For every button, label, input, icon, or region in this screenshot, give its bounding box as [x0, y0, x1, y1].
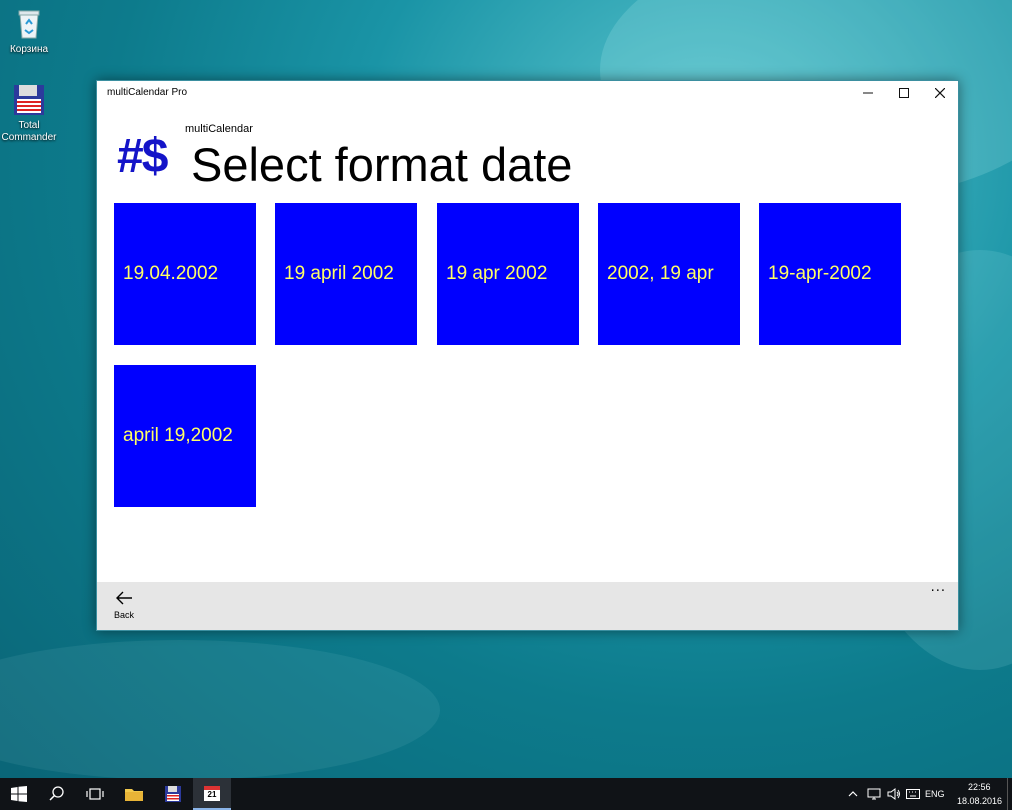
window-title: multiCalendar Pro	[107, 87, 188, 98]
app-window: multiCalendar Pro multiCalendar #$ Selec…	[96, 80, 959, 631]
format-tile[interactable]: 19 april 2002	[275, 203, 417, 345]
network-button[interactable]	[864, 778, 884, 810]
close-icon	[935, 88, 945, 98]
clock-time[interactable]: 22:56	[968, 782, 991, 792]
title-bar[interactable]: multiCalendar Pro	[97, 81, 958, 105]
search-button[interactable]	[38, 778, 76, 810]
minimize-icon	[863, 92, 873, 94]
page-title: Select format date	[191, 138, 573, 191]
format-tile[interactable]: 19 apr 2002	[437, 203, 579, 345]
recycle-bin-icon	[11, 6, 47, 42]
speaker-icon	[887, 788, 900, 800]
maximize-button[interactable]	[886, 81, 922, 105]
task-view-button[interactable]	[76, 778, 114, 810]
floppy-disk-icon	[11, 82, 47, 118]
app-name: multiCalendar	[185, 123, 253, 135]
start-button[interactable]	[0, 778, 38, 810]
folder-icon	[125, 789, 143, 801]
maximize-icon	[899, 88, 909, 98]
total-commander-label: Total Commander	[1, 120, 57, 143]
format-tile[interactable]: 2002, 19 apr	[598, 203, 740, 345]
format-tile[interactable]: april 19,2002	[114, 365, 256, 507]
keyboard-button[interactable]	[903, 778, 923, 810]
format-tile[interactable]: 19.04.2002	[114, 203, 256, 345]
format-tile[interactable]: 19-apr-2002	[759, 203, 901, 345]
calendar-day: 21	[207, 790, 217, 799]
windows-logo-icon	[11, 786, 27, 802]
taskbar: 21 ENG 22:56 18.08.2016	[0, 778, 1012, 810]
back-button[interactable]: Back	[111, 590, 137, 620]
chevron-up-icon	[848, 791, 858, 797]
more-button[interactable]: ···	[931, 584, 946, 599]
desktop-icon-recycle-bin[interactable]: Корзина	[0, 6, 64, 55]
taskbar-file-explorer[interactable]	[115, 778, 153, 810]
close-button[interactable]	[922, 81, 958, 105]
app-logo: #$	[117, 130, 168, 183]
minimize-button[interactable]	[850, 81, 886, 105]
recycle-bin-label: Корзина	[9, 44, 49, 55]
app-bar: Back ···	[97, 582, 958, 630]
floppy-disk-icon	[165, 786, 181, 802]
language-indicator[interactable]: ENG	[925, 789, 945, 799]
taskbar-multicalendar[interactable]: 21	[193, 778, 231, 810]
network-icon	[867, 788, 881, 800]
taskbar-total-commander[interactable]	[154, 778, 192, 810]
show-hidden-icons-button[interactable]	[842, 778, 864, 810]
back-arrow-icon	[116, 591, 132, 605]
back-label: Back	[113, 610, 134, 620]
search-icon	[49, 786, 64, 801]
task-view-icon	[86, 788, 104, 800]
volume-button[interactable]	[884, 778, 904, 810]
clock-date[interactable]: 18.08.2016	[957, 796, 1002, 806]
desktop-icon-total-commander[interactable]: Total Commander	[0, 82, 64, 144]
show-desktop-button[interactable]	[1007, 778, 1012, 810]
keyboard-icon	[906, 789, 920, 799]
